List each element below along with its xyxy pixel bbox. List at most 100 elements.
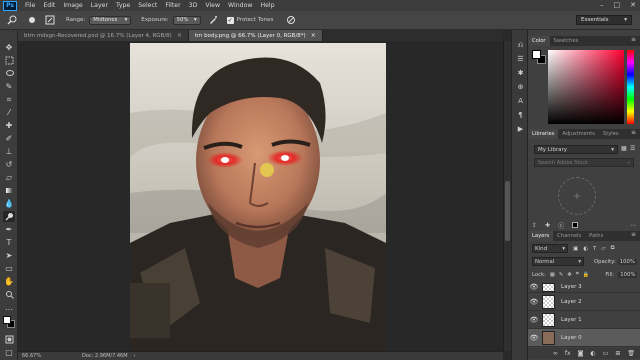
zoom-level[interactable]: 66.67%	[22, 353, 52, 359]
lock-all-icon[interactable]: 🔒	[583, 272, 590, 278]
new-adjustment-layer-icon[interactable]: ◐	[590, 350, 595, 357]
tab-channels[interactable]: Channels	[553, 231, 585, 241]
pen-tool-icon[interactable]: ✒	[3, 224, 15, 235]
hue-slider[interactable]	[627, 50, 634, 124]
eye-icon[interactable]: 👁	[528, 283, 540, 291]
add-content-icon[interactable]: ✚	[545, 222, 550, 229]
dodge-tool-icon[interactable]	[3, 211, 15, 222]
document-tab-active[interactable]: tm body.png @ 66.7% (Layer 0, RGB/8*) ×	[188, 30, 323, 41]
workspace-switcher[interactable]: Essentials ▾	[576, 15, 632, 25]
maximize-icon[interactable]: □	[614, 1, 621, 9]
menu-image[interactable]: Image	[63, 2, 82, 9]
tab-paths[interactable]: Paths	[585, 231, 607, 241]
eyedropper-tool-icon[interactable]: ⁄	[3, 107, 15, 118]
protect-tones-checkbox[interactable]: ✓	[226, 16, 234, 24]
filter-type-icon[interactable]: T	[593, 246, 596, 252]
filter-pixel-icon[interactable]: ▣	[573, 246, 578, 252]
color-chip[interactable]	[572, 222, 579, 228]
screen-mode-icon[interactable]: ▢	[3, 347, 15, 358]
properties-icon[interactable]: ☰	[515, 54, 526, 64]
grid-view-icon[interactable]: ▦	[621, 145, 627, 152]
fill-field[interactable]: 100%	[618, 271, 638, 278]
history-brush-tool-icon[interactable]: ↺	[3, 159, 15, 170]
type-tool-icon[interactable]: T	[3, 237, 15, 248]
fg-bg-color-chips[interactable]	[532, 50, 546, 64]
menu-type[interactable]: Type	[116, 2, 130, 9]
eye-icon[interactable]: 👁	[528, 298, 540, 306]
exposure-field[interactable]: 50% ▾	[172, 15, 201, 25]
new-layer-icon[interactable]: ⊞	[615, 350, 620, 357]
layer-name[interactable]: Layer 0	[561, 335, 582, 341]
layer-row[interactable]: 👁 Layer 1	[528, 311, 640, 329]
eye-icon[interactable]: 👁	[528, 316, 540, 324]
range-select[interactable]: Midtones ▾	[89, 15, 132, 25]
layer-name[interactable]: Layer 3	[561, 284, 582, 290]
delete-layer-icon[interactable]: 🗑	[627, 350, 635, 357]
tab-libraries[interactable]: Libraries	[528, 129, 559, 139]
menu-filter[interactable]: Filter	[165, 2, 180, 9]
new-group-icon[interactable]: ▭	[603, 350, 609, 357]
menu-file[interactable]: File	[25, 2, 35, 9]
list-view-icon[interactable]: ☰	[630, 145, 635, 152]
dodge-tool-preset-icon[interactable]	[6, 14, 18, 26]
foreground-chip[interactable]	[532, 50, 541, 59]
tab-color[interactable]: Color	[528, 36, 550, 46]
history-icon[interactable]: ⎌	[515, 40, 526, 50]
blend-mode-select[interactable]: Normal ▾	[532, 257, 584, 266]
zoom-tool-icon[interactable]	[3, 289, 15, 300]
panel-menu-icon[interactable]: ≡	[631, 231, 636, 238]
tab-layers[interactable]: Layers	[528, 231, 554, 241]
eye-icon[interactable]: 👁	[528, 334, 540, 342]
filter-kind-select[interactable]: Kind ▾	[532, 244, 568, 253]
filter-shape-icon[interactable]: ▱	[601, 246, 605, 252]
lock-transparent-icon[interactable]: ▦	[550, 272, 555, 278]
add-mask-icon[interactable]: ◙	[578, 350, 584, 357]
pressure-size-icon[interactable]	[285, 14, 297, 26]
color-field[interactable]	[548, 50, 624, 124]
path-selection-tool-icon[interactable]: ➤	[3, 250, 15, 261]
quick-mask-icon[interactable]	[3, 334, 15, 345]
close-icon[interactable]: ✕	[630, 1, 636, 9]
filter-smart-object-icon[interactable]: ⧉	[611, 245, 615, 252]
tab-swatches[interactable]: Swatches	[550, 36, 583, 46]
link-layers-icon[interactable]: ∞	[553, 350, 558, 357]
move-tool-icon[interactable]: ✥	[3, 42, 15, 53]
rectangle-tool-icon[interactable]: ▭	[3, 263, 15, 274]
lock-image-icon[interactable]: ✎	[559, 272, 563, 278]
lock-position-icon[interactable]: ✥	[567, 272, 571, 278]
clone-stamp-tool-icon[interactable]: ⊥	[3, 146, 15, 157]
minimize-icon[interactable]: –	[600, 1, 604, 9]
brush-settings-icon[interactable]: ✱	[515, 68, 526, 78]
library-menu-icon[interactable]: ⋯	[630, 222, 636, 229]
document-image[interactable]	[130, 43, 386, 351]
actions-icon[interactable]: ▶	[515, 124, 526, 134]
character-icon[interactable]: A	[515, 96, 526, 106]
menu-help[interactable]: Help	[260, 2, 274, 9]
tab-adjustments[interactable]: Adjustments	[558, 129, 599, 139]
library-select[interactable]: My Library ▾	[534, 145, 618, 154]
marquee-tool-icon[interactable]	[3, 55, 15, 66]
menu-view[interactable]: View	[205, 2, 220, 9]
healing-brush-tool-icon[interactable]: ✚	[3, 120, 15, 131]
lasso-tool-icon[interactable]	[3, 68, 15, 79]
layer-row[interactable]: 👁 Layer 2	[528, 293, 640, 311]
menu-layer[interactable]: Layer	[91, 2, 108, 9]
menu-select[interactable]: Select	[138, 2, 157, 9]
layer-name[interactable]: Layer 2	[561, 299, 582, 305]
hand-tool-icon[interactable]: ✋	[3, 276, 15, 287]
brush-panel-toggle-icon[interactable]	[44, 14, 56, 26]
cc-icon[interactable]: ⓒ	[558, 221, 564, 230]
more-tools-icon[interactable]: …	[3, 302, 15, 313]
blur-tool-icon[interactable]: 💧	[3, 198, 15, 209]
gradient-tool-icon[interactable]	[3, 185, 15, 196]
upload-icon[interactable]: ⇪	[532, 222, 537, 229]
layer-style-icon[interactable]: fx	[565, 350, 571, 357]
vertical-scrollbar[interactable]	[503, 41, 511, 351]
opacity-field[interactable]: 100%	[617, 258, 637, 265]
tab-styles[interactable]: Styles	[599, 129, 623, 139]
eraser-tool-icon[interactable]: ▱	[3, 172, 15, 183]
panel-menu-icon[interactable]: ≡	[631, 129, 636, 136]
status-menu-icon[interactable]: ›	[134, 353, 136, 359]
brush-preset-icon[interactable]	[26, 14, 38, 26]
menu-edit[interactable]: Edit	[43, 2, 55, 9]
